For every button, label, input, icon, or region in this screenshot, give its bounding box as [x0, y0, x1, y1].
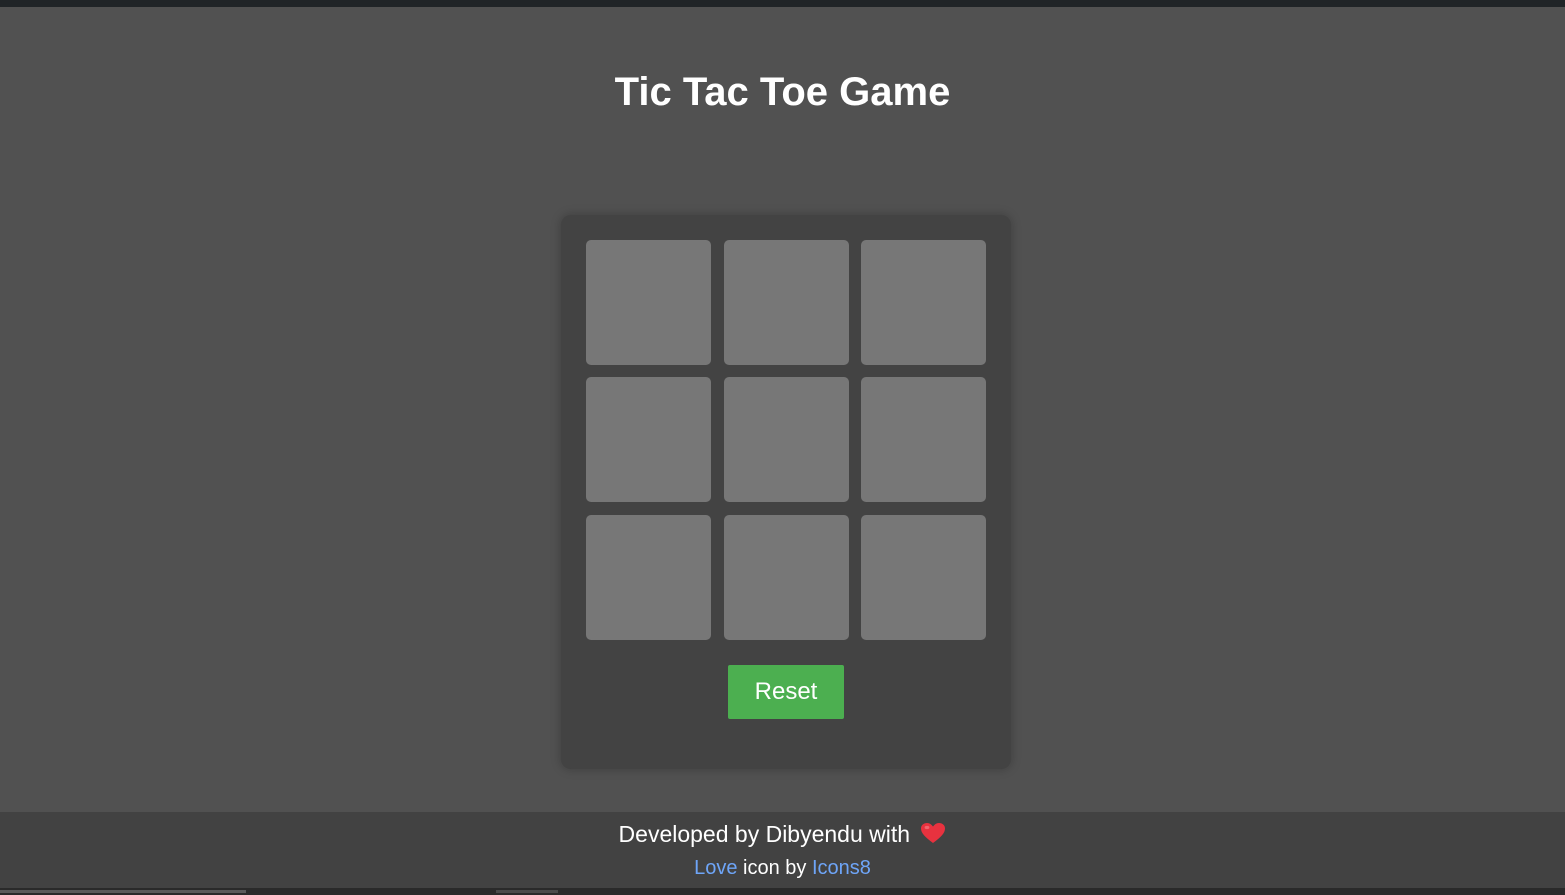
horizontal-scrollbar[interactable]	[0, 888, 1565, 895]
credit-text: Developed by Dibyendu with	[618, 821, 911, 847]
page-title: Tic Tac Toe Game	[614, 70, 951, 114]
icon-by-text: icon by	[743, 857, 807, 879]
board-cell-4[interactable]	[586, 377, 711, 502]
board-cell-9[interactable]	[861, 515, 986, 640]
reset-button[interactable]: Reset	[728, 665, 844, 719]
board-cell-8[interactable]	[724, 515, 849, 640]
game-board: Reset	[561, 215, 1011, 769]
board-cell-5[interactable]	[724, 377, 849, 502]
board-cell-6[interactable]	[861, 377, 986, 502]
board-cell-3[interactable]	[861, 240, 986, 365]
icons8-link[interactable]: Icons8	[812, 857, 871, 879]
footer-attribution: Love icon by Icons8	[0, 856, 1565, 880]
footer: Developed by Dibyendu with Love icon by …	[0, 812, 1565, 895]
heart-icon	[920, 822, 946, 850]
board-cell-7[interactable]	[586, 515, 711, 640]
board-cell-2[interactable]	[724, 240, 849, 365]
scrollbar-thumb[interactable]	[0, 890, 246, 893]
board-cell-1[interactable]	[586, 240, 711, 365]
love-link[interactable]: Love	[694, 857, 737, 879]
top-window-strip	[0, 0, 1565, 7]
scrollbar-segment	[496, 890, 558, 893]
footer-credit: Developed by Dibyendu with	[0, 820, 1565, 850]
